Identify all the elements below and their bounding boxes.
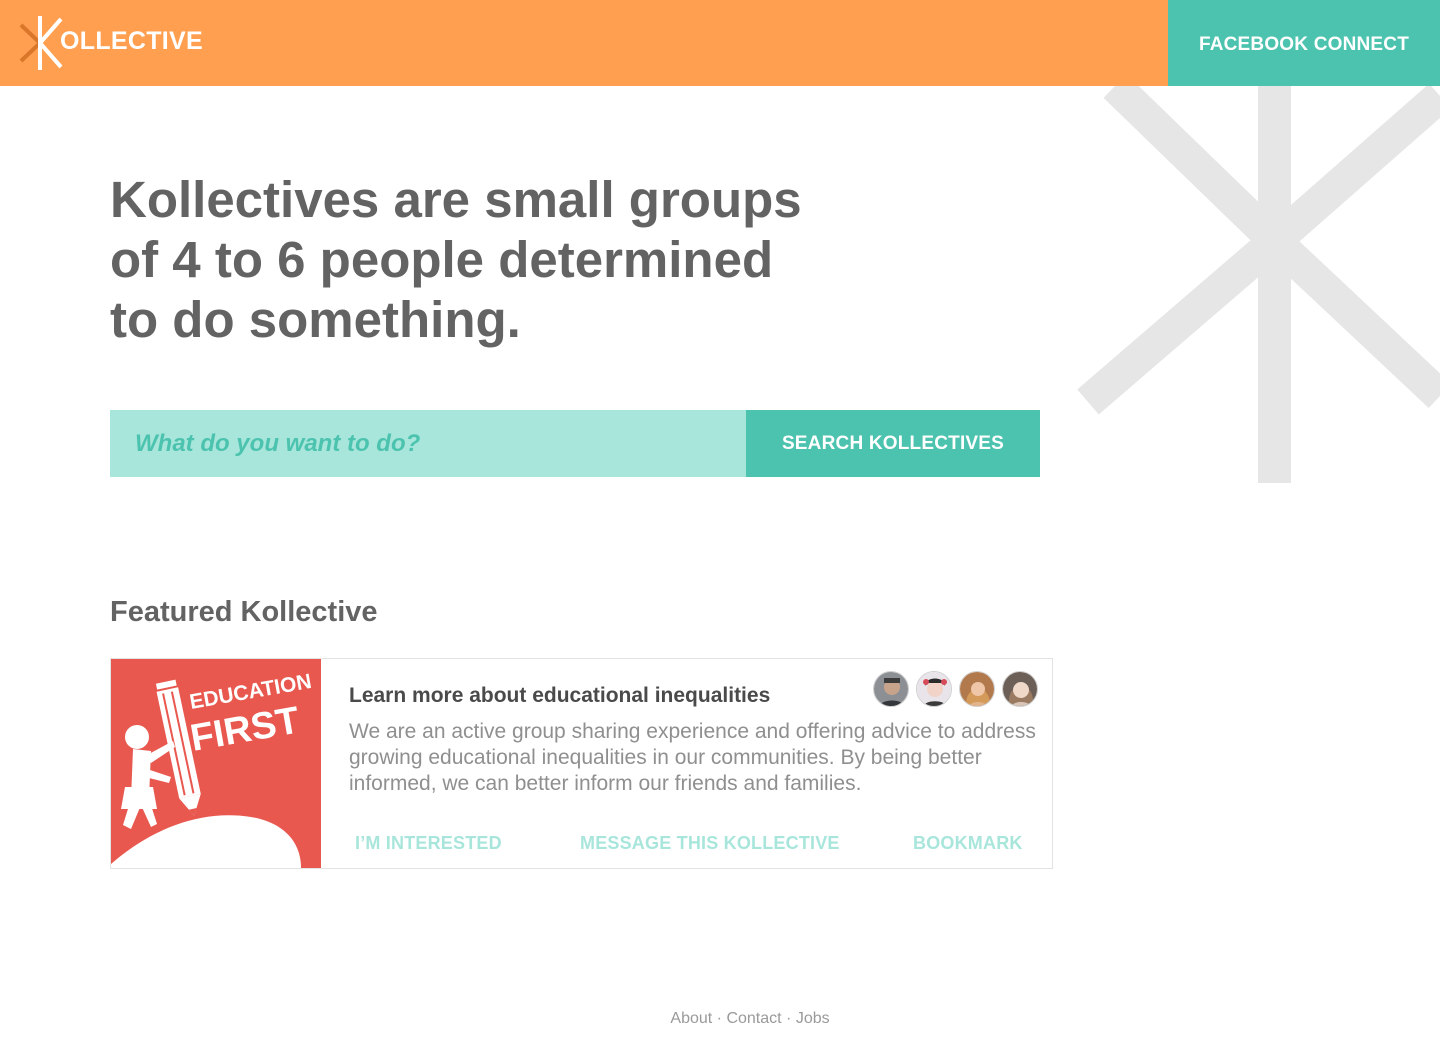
footer-separator: · — [716, 1010, 722, 1027]
avatar[interactable] — [916, 671, 952, 707]
logo-text: OLLECTIVE — [60, 27, 203, 55]
member-avatars — [873, 671, 1038, 707]
avatar[interactable] — [1002, 671, 1038, 707]
hero-title-line: Kollectives are small groups — [110, 171, 802, 228]
footer-separator: · — [786, 1010, 792, 1027]
footer: About · Contact · Jobs — [0, 1010, 1440, 1028]
education-first-illustration: EDUCATION FIRST — [111, 659, 321, 868]
interested-button[interactable]: I’M INTERESTED — [355, 833, 502, 854]
top-bar: OLLECTIVE FACEBOOK CONNECT — [0, 0, 1440, 86]
featured-section-title: Featured Kollective — [110, 596, 378, 628]
kollective-logo[interactable]: OLLECTIVE — [18, 14, 218, 72]
bookmark-button[interactable]: BOOKMARK — [913, 833, 1023, 854]
search-input[interactable] — [110, 410, 746, 477]
logo-k-icon — [19, 16, 63, 70]
footer-link-contact[interactable]: Contact — [726, 1010, 781, 1027]
hero-title: Kollectives are small groups of 4 to 6 p… — [110, 170, 830, 350]
avatar-icon — [874, 672, 908, 706]
hero-title-line: of 4 to 6 people determined — [110, 231, 774, 288]
kollective-image[interactable]: EDUCATION FIRST — [111, 659, 321, 868]
hero-title-line: to do something. — [110, 291, 521, 348]
search-kollectives-button[interactable]: SEARCH KOLLECTIVES — [746, 410, 1040, 477]
search-form: SEARCH KOLLECTIVES — [110, 410, 1040, 477]
avatar[interactable] — [873, 671, 909, 707]
facebook-connect-button[interactable]: FACEBOOK CONNECT — [1168, 0, 1440, 86]
avatar-icon — [1003, 672, 1037, 706]
kollective-description: We are an active group sharing experienc… — [349, 720, 1036, 795]
footer-link-about[interactable]: About — [670, 1010, 712, 1027]
kollective-title[interactable]: Learn more about educational inequalitie… — [349, 684, 770, 708]
featured-kollective-card: EDUCATION FIRST Learn more about educati… — [110, 658, 1053, 869]
footer-link-jobs[interactable]: Jobs — [796, 1010, 830, 1027]
avatar-icon — [917, 672, 951, 706]
background-asterisk-icon — [1077, 86, 1440, 483]
avatar[interactable] — [959, 671, 995, 707]
avatar-icon — [960, 672, 994, 706]
message-kollective-button[interactable]: MESSAGE THIS KOLLECTIVE — [580, 833, 840, 854]
